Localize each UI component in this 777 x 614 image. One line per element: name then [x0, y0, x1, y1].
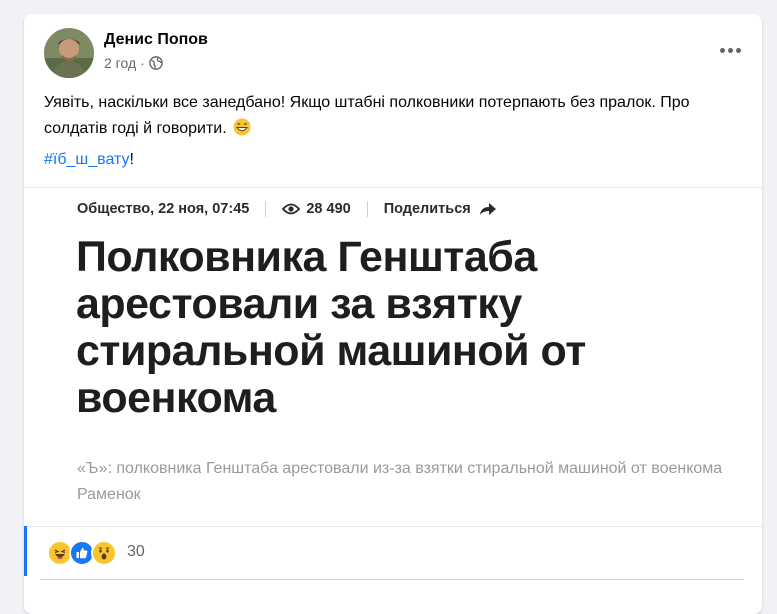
author-name[interactable]: Денис Попов [104, 30, 208, 50]
article-lead: «Ъ»: полковника Генштаба арестовали из-з… [77, 460, 723, 503]
share-arrow-icon [479, 203, 496, 215]
reaction-icons[interactable] [47, 540, 117, 566]
article-title: Полковника Генштаба арестовали за взятку… [76, 233, 586, 422]
hashtag-line: #їб_ш_вату! [44, 147, 134, 173]
meta-divider [366, 201, 368, 217]
reactions-bar: 30 [24, 526, 762, 576]
author-meta: Денис Попов 2 год · [104, 31, 208, 72]
more-options-icon [719, 47, 725, 53]
eye-icon [282, 203, 301, 215]
post-text: Уявіть, наскільки все занедбано! Якщо шт… [44, 94, 690, 137]
more-options-icon [735, 47, 741, 53]
article-meta: Общество, 22 ноя, 07:45 28 490 Поделитьс… [77, 198, 497, 220]
hashtag-link[interactable]: #їб_ш_вату [44, 151, 130, 168]
time-separator: · [140, 55, 145, 71]
post-timestamp[interactable]: 2 год [104, 54, 136, 72]
link-preview[interactable]: Общество, 22 ноя, 07:45 28 490 Поделитьс… [24, 187, 762, 527]
article-share-label: Поделиться [383, 201, 471, 217]
post-header: Денис Попов 2 год · [44, 28, 208, 78]
wow-reaction-icon [91, 540, 117, 566]
more-options-button[interactable] [712, 38, 748, 62]
post-body: Уявіть, наскільки все занедбано! Якщо шт… [44, 90, 734, 142]
meta-divider [265, 201, 267, 217]
article-views: 28 490 [306, 201, 351, 217]
post-time-row: 2 год · [104, 54, 208, 72]
more-options-icon [727, 47, 733, 53]
grinning-face-with-sweat-icon [233, 118, 251, 136]
hashtag-suffix: ! [129, 151, 134, 168]
globe-icon[interactable] [148, 56, 163, 70]
reaction-count[interactable]: 30 [127, 542, 145, 562]
actions-divider [40, 579, 744, 580]
author-avatar[interactable] [44, 28, 94, 78]
post-card: Денис Попов 2 год · Уявіть, наскільки вс… [24, 14, 762, 614]
article-category-date: Общество, 22 ноя, 07:45 [77, 201, 250, 217]
